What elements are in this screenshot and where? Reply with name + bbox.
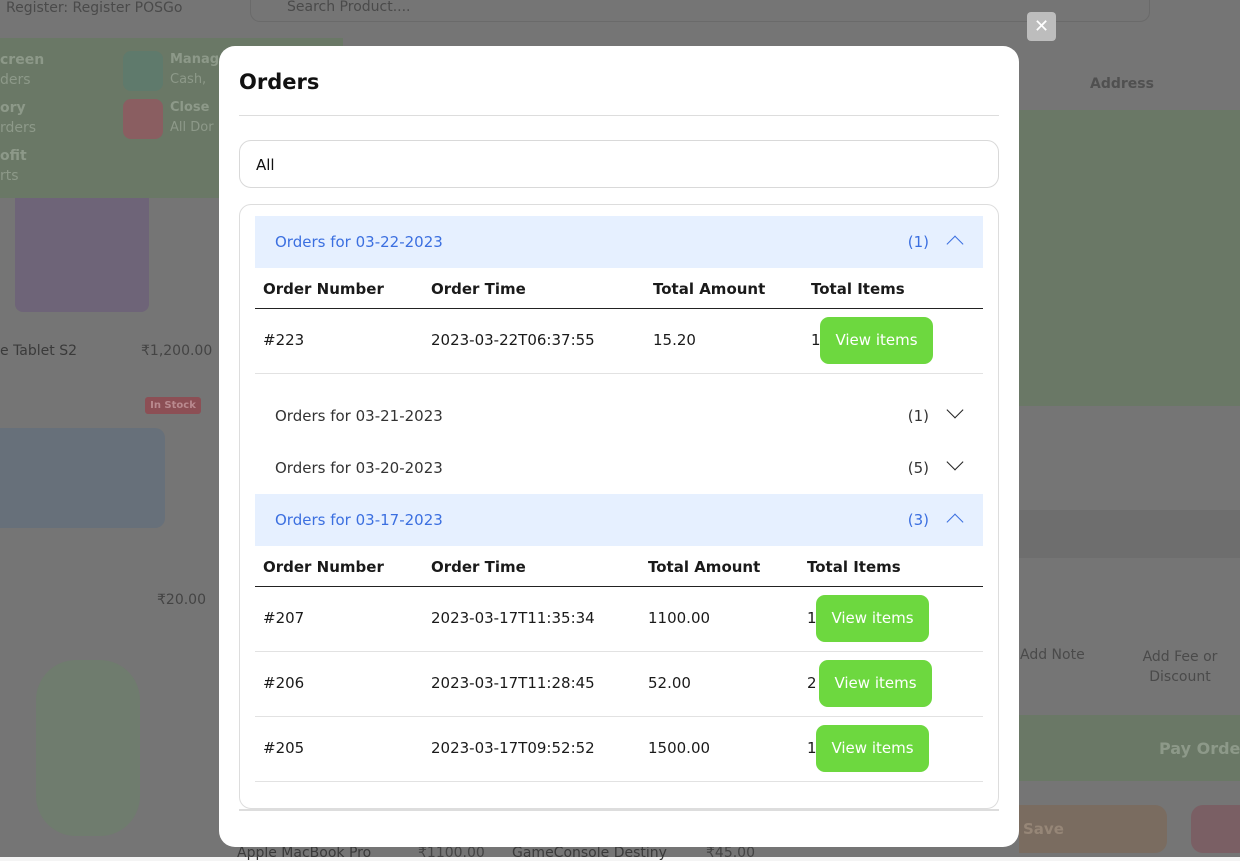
order-amount: 52.00 — [648, 674, 691, 692]
order-amount: 15.20 — [653, 331, 696, 349]
menu-item[interactable]: ofit — [0, 148, 27, 164]
stock-badge: In Stock — [145, 397, 201, 414]
product-name: GameConsole Destiny — [512, 845, 667, 861]
group-label: Orders for 03-20-2023 — [275, 459, 443, 477]
order-group-header[interactable]: Orders for 03-21-2023 (1) — [255, 390, 983, 442]
menu-sub: rders — [0, 120, 37, 136]
pay-order-label: Pay Order — [1159, 739, 1240, 758]
menu-item[interactable]: ory — [0, 100, 26, 116]
tablet-image — [15, 198, 149, 312]
order-number: #206 — [263, 674, 305, 692]
chevron-down-icon[interactable] — [946, 401, 964, 419]
order-number: #223 — [263, 331, 305, 349]
save-label: Save — [1023, 820, 1064, 838]
orders-table-header: Order Number Order Time Total Amount Total … — [255, 268, 983, 309]
orders-accordion: Orders for 03-22-2023 (1) Order Number Or… — [239, 204, 999, 809]
chevron-down-icon[interactable] — [946, 453, 964, 471]
group-label: Orders for 03-21-2023 — [275, 407, 443, 425]
tv-image — [0, 428, 165, 528]
column-header: Order Time — [431, 280, 526, 298]
table-row: #207 2023-03-17T11:35:34 1100.00 1 View … — [255, 587, 983, 652]
group-count: (5) — [907, 459, 929, 477]
column-header: Order Time — [431, 558, 526, 576]
close-register-icon — [123, 99, 163, 139]
table-row: #223 2023-03-22T06:37:55 15.20 1 View it… — [255, 309, 983, 374]
order-group-header[interactable]: Orders for 03-17-2023 (3) — [255, 494, 983, 546]
close-modal-button[interactable]: ✕ — [1027, 12, 1056, 41]
view-items-button[interactable]: View items — [820, 317, 933, 364]
product-name: e Tablet S2 — [0, 343, 77, 359]
menu-sub: Cash, — [170, 72, 207, 87]
order-items: 2 — [807, 674, 817, 692]
menu-sub: ders — [0, 72, 31, 88]
menu-item[interactable]: creen — [0, 52, 44, 68]
table-row: #206 2023-03-17T11:28:45 52.00 2 View it… — [255, 652, 983, 717]
group-count: (3) — [907, 511, 929, 529]
column-header: Order Number — [263, 558, 384, 576]
column-header: Total Items — [807, 558, 901, 576]
order-time: 2023-03-17T11:28:45 — [431, 674, 595, 692]
orders-modal: Orders All Orders for 03-22-2023 (1) Ord… — [219, 46, 1019, 847]
group-label: Orders for 03-17-2023 — [275, 511, 443, 529]
column-header: Total Amount — [648, 558, 761, 576]
order-filter-select[interactable]: All — [239, 140, 999, 188]
view-items-button[interactable]: View items — [816, 725, 929, 772]
modal-title: Orders — [239, 70, 320, 94]
menu-item[interactable]: Manag — [170, 52, 219, 67]
column-header: Total Items — [811, 280, 905, 298]
cancel-button[interactable] — [1191, 805, 1240, 853]
chevron-up-icon[interactable] — [946, 235, 964, 253]
chevron-up-icon[interactable] — [946, 513, 964, 531]
search-box[interactable]: Search Product.... — [250, 0, 1150, 22]
column-header: Order Number — [263, 280, 384, 298]
table-row: #205 2023-03-17T09:52:52 1500.00 1 View … — [255, 717, 983, 782]
order-time: 2023-03-17T11:35:34 — [431, 609, 595, 627]
product-price: ₹20.00 — [157, 592, 206, 608]
order-amount: 1100.00 — [648, 609, 711, 627]
product-price: ₹1,200.00 — [141, 343, 213, 359]
product-price: ₹1100.00 — [418, 845, 485, 861]
divider — [239, 809, 999, 811]
customer-panel — [1019, 110, 1240, 406]
product-name: Apple MacBook Pro — [237, 845, 372, 861]
orders-table-header: Order Number Order Time Total Amount Total … — [255, 546, 983, 587]
view-items-button[interactable]: View items — [816, 595, 929, 642]
divider — [239, 115, 999, 116]
search-input[interactable]: Search Product.... — [287, 0, 411, 15]
menu-sub: All Dor — [170, 120, 214, 135]
order-amount: 1500.00 — [648, 739, 711, 757]
watch-image — [36, 660, 140, 836]
summary-bar — [1019, 510, 1240, 558]
add-note-button[interactable]: Add Note — [1020, 647, 1085, 663]
address-tab[interactable]: Address — [1090, 76, 1154, 92]
menu-sub: rts — [0, 168, 19, 184]
group-count: (1) — [907, 407, 929, 425]
wallet-icon — [123, 51, 163, 91]
order-time: 2023-03-17T09:52:52 — [431, 739, 595, 757]
view-items-button[interactable]: View items — [819, 660, 932, 707]
order-number: #207 — [263, 609, 305, 627]
save-button[interactable]: Save — [1019, 805, 1167, 853]
group-label: Orders for 03-22-2023 — [275, 233, 443, 251]
pay-order-button[interactable]: Pay Order — [1019, 715, 1240, 781]
product-price: ₹45.00 — [706, 845, 755, 861]
order-number: #205 — [263, 739, 305, 757]
order-time: 2023-03-22T06:37:55 — [431, 331, 595, 349]
group-count: (1) — [907, 233, 929, 251]
order-group-header[interactable]: Orders for 03-22-2023 (1) — [255, 216, 983, 268]
register-label: Register: Register POSGo — [6, 0, 183, 16]
add-fee-button[interactable]: Add Fee or Discount — [1140, 647, 1220, 687]
column-header: Total Amount — [653, 280, 766, 298]
order-group-header[interactable]: Orders for 03-20-2023 (5) — [255, 442, 983, 494]
menu-item[interactable]: Close — [170, 100, 209, 115]
